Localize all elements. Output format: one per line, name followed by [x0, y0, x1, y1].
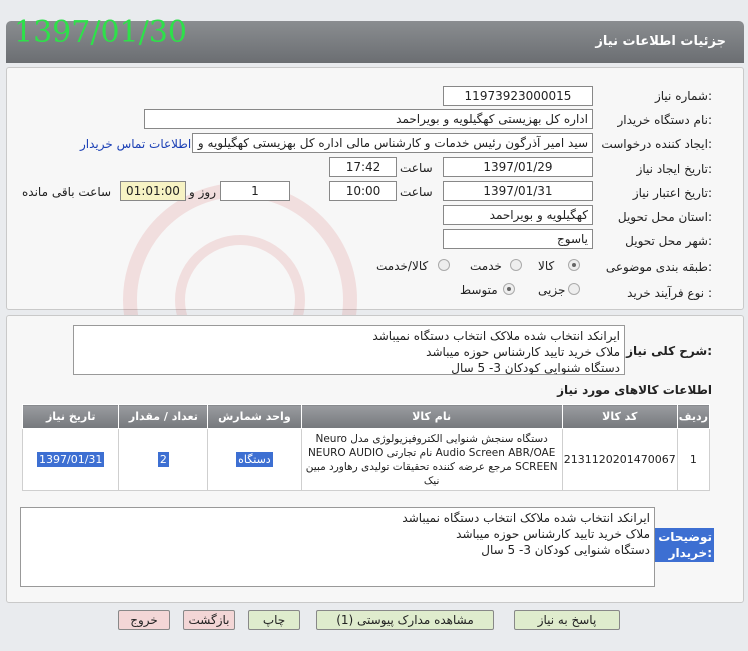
category-radio-goods[interactable]: [568, 259, 580, 271]
qty-highlight: 2: [157, 452, 169, 467]
items-table: ردیف کد کالا نام کالا واحد شمارش تعداد /…: [21, 404, 711, 491]
category-option-goods: کالا: [538, 259, 555, 273]
process-radio-minor[interactable]: [568, 283, 580, 295]
description-line: ملاک خرید تایید کارشناس حوزه میباشد: [426, 345, 620, 359]
col-row: ردیف: [676, 404, 711, 429]
page-title: جزئیات اطلاعات نیاز: [595, 34, 726, 49]
days-label: روز و: [189, 185, 216, 199]
process-option-minor: جزیی: [538, 283, 566, 297]
table-row[interactable]: 1 2131120201470067 دستگاه سنجش شنوایی ال…: [21, 428, 711, 491]
category-option-service: خدمت: [470, 259, 502, 273]
created-time-field: 17:42: [329, 157, 397, 177]
back-button[interactable]: بازگشت: [183, 610, 235, 630]
reply-button[interactable]: پاسخ به نیاز: [514, 610, 620, 630]
valid-date-field: 1397/01/31: [443, 181, 593, 201]
cell-date: 1397/01/31: [21, 428, 120, 491]
notes-line: ملاک خرید تایید کارشناس حوزه میباشد: [456, 527, 650, 541]
remaining-time-field: 01:01:00: [120, 181, 186, 201]
process-option-medium: متوسط: [460, 283, 498, 297]
col-unit: واحد شمارش: [207, 404, 302, 429]
print-button[interactable]: چاپ: [248, 610, 300, 630]
need-number-field: 1197392300001​5: [443, 86, 593, 106]
valid-date-label: تاریخ اعتبار نیاز:: [632, 186, 712, 200]
cell-name: دستگاه سنجش شنوایی الکتروفیزیولوژی مدل N…: [300, 428, 563, 491]
col-name: نام کالا: [300, 404, 563, 429]
notes-line: ایرانکد انتخاب شده ملاکک انتخاب دستگاه ن…: [402, 511, 650, 525]
process-label: نوع فرآیند خرید :: [627, 286, 712, 300]
unit-highlight: دستگاه: [236, 452, 273, 467]
category-radio-service[interactable]: [510, 259, 522, 271]
description-line: دستگاه شنوایی کودکان 3- 5 سال: [451, 361, 620, 375]
cell-qty: 2: [118, 428, 209, 491]
cell-unit: دستگاه: [207, 428, 302, 491]
col-code: کد کالا: [561, 404, 678, 429]
province-field: کهگیلویه و بویراحمد: [443, 205, 593, 225]
process-radio-medium[interactable]: [503, 283, 515, 295]
requester-label: ایجاد کننده درخواست:: [601, 137, 712, 151]
city-label: شهر محل تحویل:: [625, 234, 712, 248]
cell-row: 1: [676, 428, 711, 491]
header-date: 1397/01/30: [14, 15, 187, 50]
requester-field: سید امیر آذرگون رئیس خدمات و کارشناس مال…: [192, 133, 593, 153]
cell-code: 2131120201470067: [561, 428, 678, 491]
category-label: طبقه بندی موضوعی:: [605, 260, 712, 274]
attachments-button[interactable]: مشاهده مدارک پیوستی (1): [316, 610, 494, 630]
category-option-both: کالا/خدمت: [376, 259, 429, 273]
items-table-header: ردیف کد کالا نام کالا واحد شمارش تعداد /…: [21, 404, 711, 429]
buyer-notes-text: ایرانکد انتخاب شده ملاکک انتخاب دستگاه ن…: [20, 507, 655, 587]
buyer-contact-link[interactable]: اطلاعات تماس خریدار: [80, 137, 191, 151]
created-time-label: ساعت: [400, 161, 433, 175]
date-highlight: 1397/01/31: [37, 452, 105, 467]
exit-button[interactable]: خروج: [118, 610, 170, 630]
need-number-label: شماره نیاز:: [654, 89, 712, 103]
buyer-field: اداره کل بهزیستی کهگیلویه و بویراحمد: [144, 109, 593, 129]
buyer-label: نام دستگاه خریدار:: [617, 113, 713, 127]
remaining-label: ساعت باقی مانده: [22, 185, 112, 199]
notes-line: دستگاه شنوایی کودکان 3- 5 سال: [481, 543, 650, 557]
days-field: 1: [220, 181, 290, 201]
city-field: یاسوج: [443, 229, 593, 249]
province-label: استان محل تحویل:: [617, 210, 712, 224]
page-header: 1397/01/30 جزئیات اطلاعات نیاز: [6, 15, 744, 63]
description-line: ایرانکد انتخاب شده ملاکک انتخاب دستگاه ن…: [372, 329, 620, 343]
created-date-label: تاریخ ایجاد نیاز:: [636, 162, 712, 176]
col-qty: تعداد / مقدار: [118, 404, 209, 429]
created-date-field: 1397/01/29: [443, 157, 593, 177]
buyer-notes-label: توضیحات خریدار:: [654, 528, 714, 562]
category-radio-both[interactable]: [438, 259, 450, 271]
col-date: تاریخ نیاز: [21, 404, 120, 429]
description-text: ایرانکد انتخاب شده ملاکک انتخاب دستگاه ن…: [73, 325, 625, 375]
description-label: شرح کلی نیاز:: [626, 344, 712, 358]
items-section-title: اطلاعات کالاهای مورد نیاز: [557, 383, 712, 397]
valid-time-field: 10:00: [329, 181, 397, 201]
valid-time-label: ساعت: [400, 185, 433, 199]
